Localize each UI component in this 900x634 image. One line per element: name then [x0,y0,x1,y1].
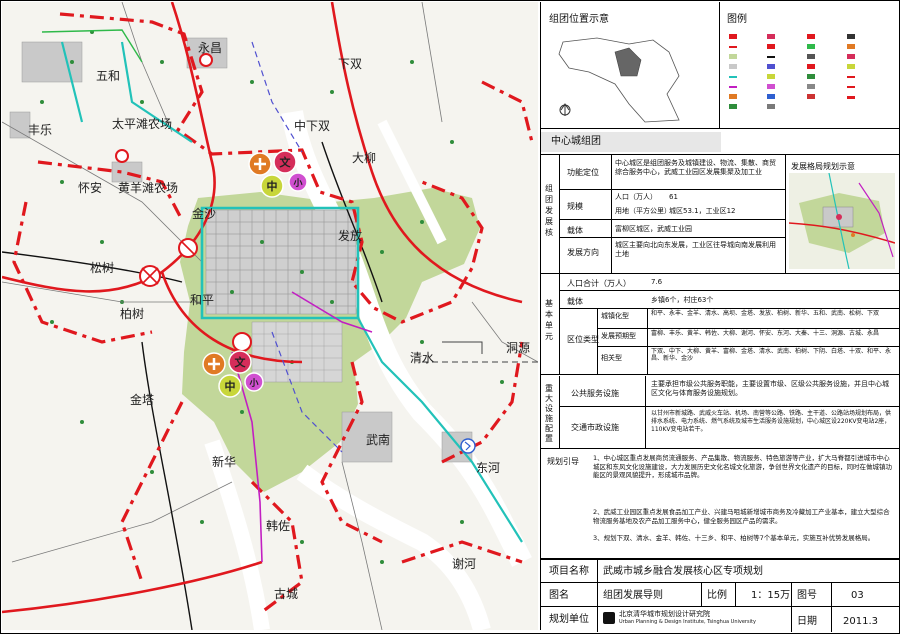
center-code-wen-2: 文 [235,355,247,369]
planning-map[interactable]: 文 中 小 文 中 小 永昌 五和 太平滩农场 丰乐 下双 中下双 大柳 怀安 … [2,2,538,630]
zone-row-label: 相关型 [601,354,622,362]
place-label: 清水 [410,351,434,365]
place-label: 韩佐 [266,518,290,533]
scale-value: 1：15万 [751,590,791,601]
place-label: 丰乐 [28,123,52,137]
place-label: 五和 [96,69,120,83]
notes-label: 规划引导 [547,457,579,466]
place-label: 怀安 [78,180,102,195]
place-label: 新华 [212,454,236,469]
guideline-panel: 组团位置示意 图例 中心城组团 组团发展核 功能定位 中心城区是组团服务及城镇建… [540,2,899,632]
note-item: 2、武威工业园区重点发展食品加工产业、兴建马咀城新增城市商务及冷藏加工产业基本，… [593,508,890,525]
zone-row-label: 城镇化型 [601,312,629,320]
place-label: 太平滩农场 [112,116,172,131]
carrier-label: 载体 [567,226,583,235]
center-code-wen: 文 [280,155,292,169]
dev-core-section: 组团发展核 功能定位 中心城区是组团服务及城镇建设、物流、集散、商贸综合服务中心… [541,154,899,274]
zone-row-value: 和平、永丰、金羊、清水、高坝、金塔、发放、柏树、新华、五和、武南、松树、下双 [651,310,880,317]
place-label: 大柳 [352,151,376,165]
dev-plan-inset[interactable] [789,173,895,269]
fig-label: 图号 [797,590,817,601]
basic-unit-section: 基本单元 人口合计（万人） 7.6 载体 乡镇6个，村庄63个 区位类型 城镇化… [541,274,899,375]
legend-title: 图例 [727,14,747,25]
project-value: 武威市城乡融合发展核心区专项规划 [603,566,763,577]
place-label: 和平 [190,293,214,307]
land-label: 用地（平方公里） [615,207,671,215]
center-code-xiao-2: 小 [248,377,258,389]
place-label: 金沙 [192,206,216,221]
map-canvas: 文 中 小 文 中 小 永昌 五和 太平滩农场 丰乐 下双 中下双 大柳 怀安 … [2,2,538,630]
land-value: 城区53.1，工业区12 [669,207,736,215]
public-label: 公共服务设施 [571,389,619,398]
function-text: 中心城区是组团服务及城镇建设、物流、集散、商贸综合服务中心，武威工业园区发展集聚… [615,159,776,176]
zone-row-value: 富柳、丰乐、黄羊、韩佐、大柳、谢河、怀安、东河、大秦、十三、洞源、古城、永昌 [651,330,880,337]
group-header: 中心城组团 [541,132,721,152]
location-legend-section: 组团位置示意 图例 [541,2,899,129]
project-label: 项目名称 [549,566,589,577]
location-inset-map[interactable] [549,32,709,124]
direction-value: 城区主要向北向东发展，工业区往导城向南发展利用土地 [615,241,776,258]
legend-grid [727,30,893,124]
date-label: 日期 [797,616,817,627]
place-label: 发放 [338,228,362,243]
center-code-zhong-2: 中 [225,379,236,393]
pop-value: 61 [669,193,678,201]
place-label: 中下双 [294,118,330,133]
fig-value: 03 [851,590,864,601]
place-label: 洞源 [506,341,530,355]
basic-pop-label: 人口合计（万人） [567,279,631,288]
scale-label: 比例 [707,590,727,601]
carrier2-value: 乡镇6个，村庄63个 [651,296,714,304]
center-code-xiao: 小 [292,177,302,189]
place-label: 东河 [476,461,500,475]
basic-pop-value: 7.6 [651,278,663,286]
direction-label: 发展方向 [567,248,599,257]
unit-label: 规划单位 [549,614,589,625]
note-item: 1、中心城区重点发展商贸流通服务、产品集散、物流服务、特色旅游等产业，扩大马脊都… [593,454,892,479]
basic-label: 基本单元 [545,299,553,341]
zone-row-value: 下双、中下、大柳、黄羊、富柳、金塔、清水、武南、柏树、下阴、白塔、十双、和平、永… [651,348,892,362]
dev-section-label: 组团发展核 [545,184,553,237]
location-title: 组团位置示意 [549,14,609,25]
zone-row-label: 发展预期型 [601,332,636,340]
carrier-value: 富柳区城区，武威工业园 [615,225,692,233]
map-label: 图名 [549,590,569,601]
carrier2-label: 载体 [567,297,583,306]
pop-label: 人口（万人） [615,193,657,201]
center-code-zhong: 中 [267,179,278,193]
institute-logo-icon [603,612,615,624]
note-item: 3、规划下双、清水、金羊、韩佐、十三乡、和平、柏树等7个基本单元，实施互补优势发… [593,534,875,542]
place-label: 松树 [90,260,114,275]
zone-label: 区位类型 [567,335,599,344]
city-grid [205,209,357,315]
traffic-value: 以甘州市新城路、武威火车站、机场、南营等公路、铁路、主干道、公路站场规划布局，供… [651,410,892,433]
public-value: 主要承担市级公共服务职能，主要设置市级、区级公共服务设施，并且中心城区文化与体育… [651,380,889,397]
traffic-label: 交通市政设施 [571,423,619,432]
dev-plan-title: 发展格局规划示意 [791,162,855,171]
place-label: 金塔 [130,392,154,407]
unit-en: Urban Planning & Design Institute, Tsing… [619,619,756,625]
place-label: 下双 [338,57,362,71]
place-label: 柏树 [120,306,144,321]
facility-section: 重大设施配置 公共服务设施 主要承担市级公共服务职能，主要设置市级、区级公共服务… [541,376,899,449]
substation-markers [460,438,476,454]
group-name: 中心城组团 [551,136,601,147]
function-label: 功能定位 [567,168,599,177]
date-value: 2011.3 [843,616,878,627]
title-block: 项目名称 武威市城乡融合发展核心区专项规划 图名 组团发展导则 比例 1：15万… [541,558,899,632]
facility-label: 重大设施配置 [545,384,553,443]
scale-label: 规模 [567,202,583,211]
map-value: 组团发展导则 [603,590,663,601]
notes-section: 规划引导 1、中心城区重点发展商贸流通服务、产品集散、物流服务、特色旅游等产业，… [541,450,899,556]
place-label: 武南 [366,432,390,447]
place-label: 黄羊滩农场 [118,180,178,195]
place-label: 永昌 [198,41,222,55]
place-label: 古城 [274,586,298,601]
unit-value: 北京清华城市规划设计研究院 [619,610,710,618]
place-label: 谢河 [452,556,476,571]
